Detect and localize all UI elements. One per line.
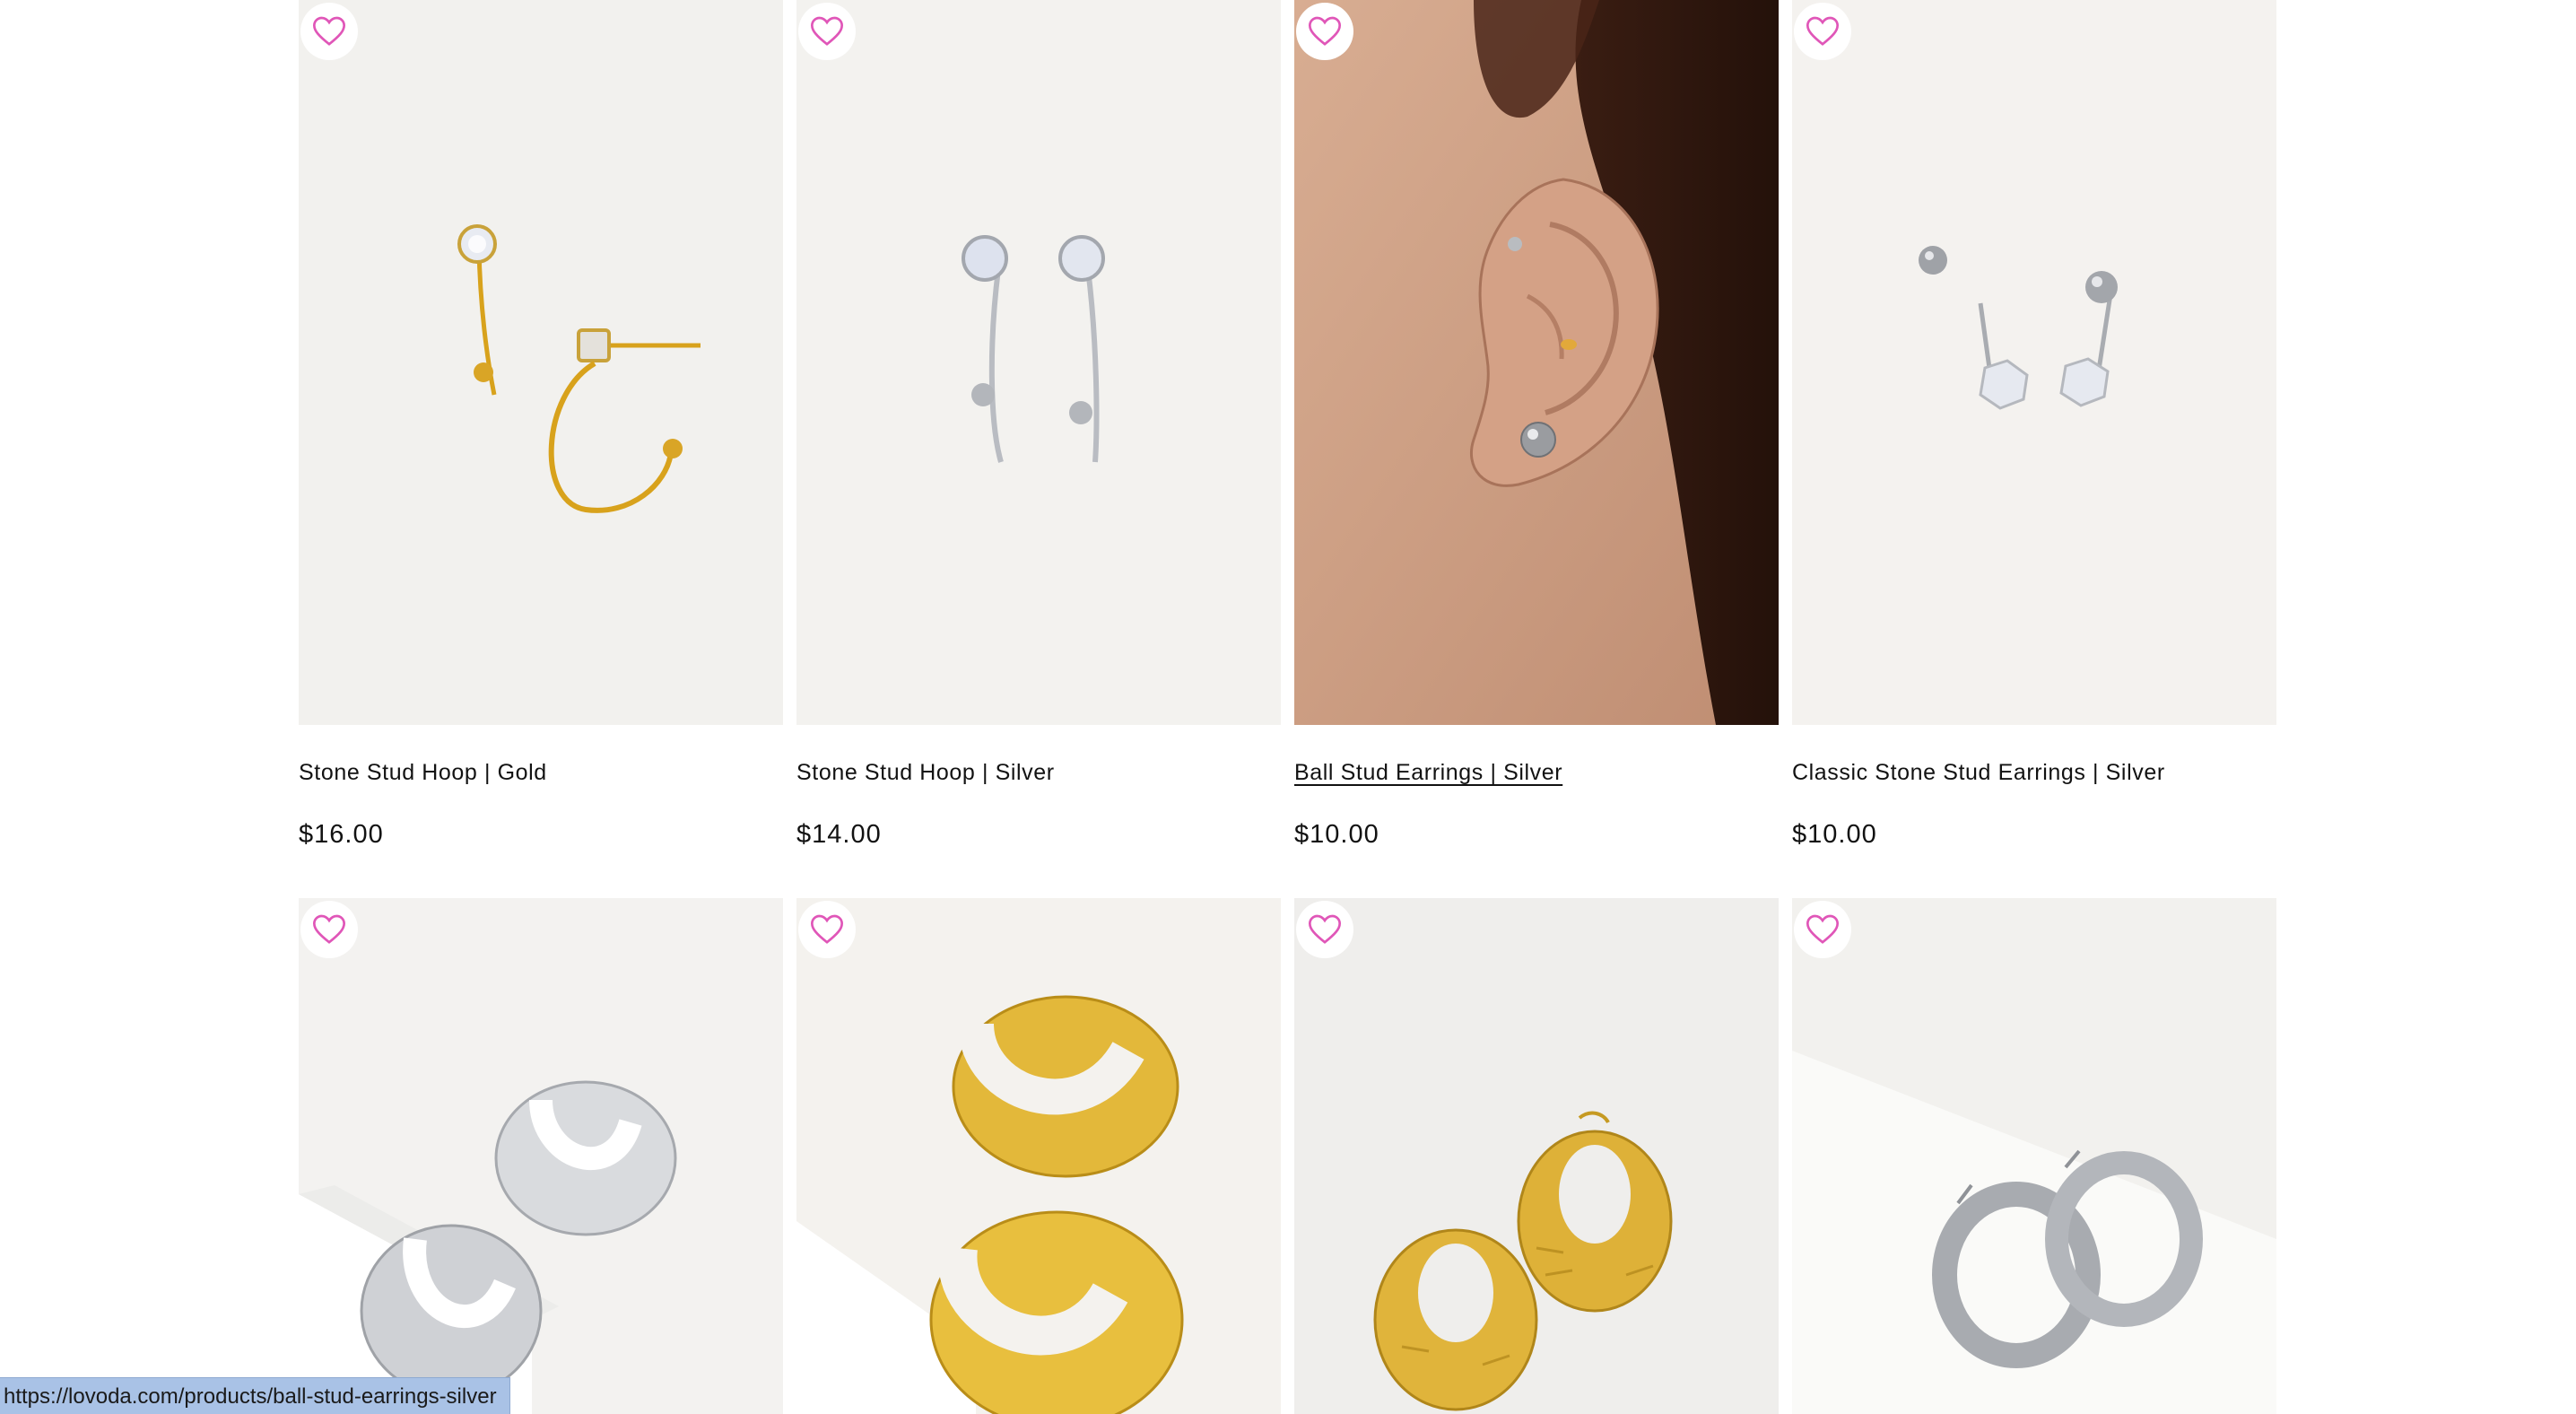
gold-chunky-hoop-image <box>796 898 1281 1414</box>
heart-outline-icon <box>312 16 346 46</box>
silver-chunky-hoop-image <box>299 898 783 1414</box>
ear-with-ball-stud-image <box>1294 0 1779 725</box>
product-card[interactable] <box>1294 898 1779 1414</box>
product-card[interactable]: Stone Stud Hoop | Silver $14.00 <box>796 0 1281 852</box>
product-title: Ball Stud Earrings | Silver <box>1294 756 1779 789</box>
wishlist-button[interactable] <box>1794 901 1851 958</box>
product-title: Classic Stone Stud Earrings | Silver <box>1792 756 2276 789</box>
heart-outline-icon <box>312 914 346 944</box>
wishlist-button[interactable] <box>300 901 358 958</box>
heart-outline-icon <box>1806 16 1840 46</box>
product-card[interactable] <box>796 898 1281 1414</box>
product-image[interactable] <box>796 0 1281 725</box>
gold-textured-hoop-image <box>1294 898 1779 1414</box>
collection-page: Stone Stud Hoop | Gold $16.00 Stone Stud… <box>0 0 2576 1414</box>
product-title: Stone Stud Hoop | Gold <box>299 756 783 789</box>
heart-outline-icon <box>1308 914 1342 944</box>
product-image[interactable] <box>299 898 783 1414</box>
product-title: Stone Stud Hoop | Silver <box>796 756 1281 789</box>
silver-tube-hoop-image <box>1792 898 2276 1414</box>
product-card[interactable]: Ball Stud Earrings | Silver $10.00 <box>1294 0 1779 852</box>
product-price: $10.00 <box>1294 820 1379 849</box>
product-image[interactable] <box>1792 0 2276 725</box>
product-card[interactable]: Classic Stone Stud Earrings | Silver $10… <box>1792 0 2276 852</box>
product-price: $10.00 <box>1792 820 1877 849</box>
heart-outline-icon <box>1806 914 1840 944</box>
product-image[interactable] <box>1294 898 1779 1414</box>
wishlist-button[interactable] <box>300 3 358 60</box>
product-link[interactable]: Classic Stone Stud Earrings | Silver <box>1792 760 2165 785</box>
product-image[interactable] <box>1792 898 2276 1414</box>
heart-outline-icon <box>810 914 844 944</box>
product-link[interactable]: Stone Stud Hoop | Silver <box>796 760 1055 785</box>
gold-stone-stud-hoop-image <box>299 0 783 725</box>
heart-outline-icon <box>1308 16 1342 46</box>
wishlist-button[interactable] <box>798 3 856 60</box>
product-grid-row-1: Stone Stud Hoop | Gold $16.00 Stone Stud… <box>299 0 2276 852</box>
product-link[interactable]: Ball Stud Earrings | Silver <box>1294 760 1562 785</box>
wishlist-button[interactable] <box>798 901 856 958</box>
wishlist-button[interactable] <box>1296 901 1353 958</box>
product-grid-row-2 <box>299 898 2276 1414</box>
product-price: $14.00 <box>796 820 882 849</box>
product-card[interactable]: Stone Stud Hoop | Gold $16.00 <box>299 0 783 852</box>
silver-stone-stud-hoop-image <box>796 0 1281 725</box>
browser-status-bar: https://lovoda.com/products/ball-stud-ea… <box>0 1377 510 1414</box>
classic-stone-stud-image <box>1792 0 2276 725</box>
product-link[interactable]: Stone Stud Hoop | Gold <box>299 760 547 785</box>
product-card[interactable] <box>1792 898 2276 1414</box>
product-card[interactable] <box>299 898 783 1414</box>
product-image[interactable] <box>796 898 1281 1414</box>
product-price: $16.00 <box>299 820 384 849</box>
product-image[interactable] <box>1294 0 1779 725</box>
product-image[interactable] <box>299 0 783 725</box>
wishlist-button[interactable] <box>1296 3 1353 60</box>
heart-outline-icon <box>810 16 844 46</box>
wishlist-button[interactable] <box>1794 3 1851 60</box>
